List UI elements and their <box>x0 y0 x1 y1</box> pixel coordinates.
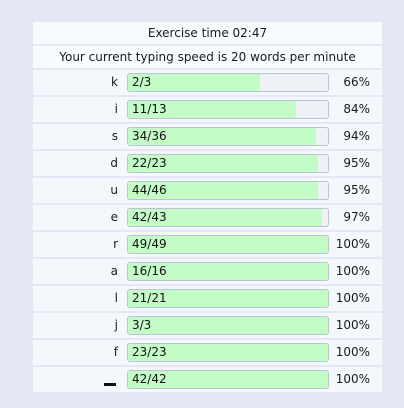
key-label: d <box>110 156 118 170</box>
key-stat-row: l 21/21 100% <box>33 286 382 313</box>
key-stat-row: k 2/3 66% <box>33 70 382 97</box>
typing-stats-panel: Exercise time 02:47 Your current typing … <box>33 22 382 392</box>
space-key-icon <box>33 367 116 392</box>
key-stat-row: j 3/3 100% <box>33 313 382 340</box>
accuracy-bar: 16/16 <box>127 262 329 281</box>
accuracy-bar: 34/36 <box>127 127 329 146</box>
accuracy-percent: 84% <box>343 102 370 116</box>
key-stat-row: r 49/49 100% <box>33 232 382 259</box>
accuracy-bar: 44/46 <box>127 181 329 200</box>
key-label: k <box>111 75 118 89</box>
space-bar-glyph <box>104 383 116 386</box>
accuracy-bar: 49/49 <box>127 235 329 254</box>
score-text: 49/49 <box>132 237 167 251</box>
score-text: 34/36 <box>132 129 167 143</box>
accuracy-percent: 100% <box>335 345 370 359</box>
exercise-time-label: Exercise time 02:47 <box>33 22 382 46</box>
key-label: r <box>113 237 118 251</box>
accuracy-bar: 42/43 <box>127 208 329 227</box>
accuracy-bar: 22/23 <box>127 154 329 173</box>
score-text: 11/13 <box>132 102 167 116</box>
key-label: f <box>113 345 118 359</box>
accuracy-bar-fill <box>128 317 328 334</box>
accuracy-percent: 100% <box>335 264 370 278</box>
key-label: j <box>114 318 118 332</box>
accuracy-percent: 100% <box>335 237 370 251</box>
accuracy-bar: 42/42 <box>127 370 329 389</box>
key-stat-row: a 16/16 100% <box>33 259 382 286</box>
key-stat-row: f 23/23 100% <box>33 340 382 367</box>
key-stat-row: d 22/23 95% <box>33 151 382 178</box>
score-text: 3/3 <box>132 318 152 332</box>
accuracy-bar: 23/23 <box>127 343 329 362</box>
score-text: 42/43 <box>132 210 167 224</box>
accuracy-percent: 95% <box>343 156 370 170</box>
score-text: 23/23 <box>132 345 167 359</box>
accuracy-percent: 95% <box>343 183 370 197</box>
key-stat-row: 42/42 100% <box>33 367 382 392</box>
key-stat-row: s 34/36 94% <box>33 124 382 151</box>
accuracy-bar: 3/3 <box>127 316 329 335</box>
score-text: 21/21 <box>132 291 167 305</box>
key-label: u <box>110 183 118 197</box>
key-stat-row: i 11/13 84% <box>33 97 382 124</box>
accuracy-percent: 100% <box>335 291 370 305</box>
score-text: 42/42 <box>132 372 167 386</box>
accuracy-percent: 97% <box>343 210 370 224</box>
key-stat-row: u 44/46 95% <box>33 178 382 205</box>
score-text: 16/16 <box>132 264 167 278</box>
accuracy-bar: 11/13 <box>127 100 329 119</box>
accuracy-bar: 2/3 <box>127 73 329 92</box>
typing-speed-label: Your current typing speed is 20 words pe… <box>33 46 382 70</box>
key-label: l <box>114 291 118 305</box>
score-text: 2/3 <box>132 75 152 89</box>
key-label: i <box>114 102 118 116</box>
accuracy-percent: 100% <box>335 372 370 386</box>
key-stat-row: e 42/43 97% <box>33 205 382 232</box>
score-text: 22/23 <box>132 156 167 170</box>
accuracy-percent: 100% <box>335 318 370 332</box>
score-text: 44/46 <box>132 183 167 197</box>
accuracy-percent: 66% <box>343 75 370 89</box>
key-label: e <box>110 210 118 224</box>
key-label: a <box>110 264 118 278</box>
key-stats-list: k 2/3 66% i 11/13 84% s 34/36 94% d 22/23 95% u 44/46… <box>33 70 382 392</box>
accuracy-percent: 94% <box>343 129 370 143</box>
accuracy-bar: 21/21 <box>127 289 329 308</box>
key-label: s <box>111 129 118 143</box>
